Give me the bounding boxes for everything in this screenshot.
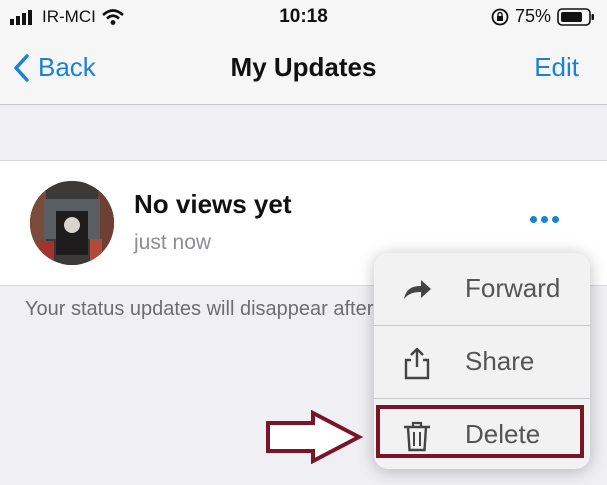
- menu-item-label: Share: [465, 346, 535, 376]
- menu-item-forward[interactable]: Forward: [374, 253, 590, 325]
- update-title: No views yet: [134, 189, 292, 219]
- avatar: [30, 181, 114, 265]
- edit-button[interactable]: Edit: [534, 52, 579, 83]
- menu-item-label: Forward: [465, 273, 561, 303]
- more-dot: [552, 215, 559, 223]
- forward-icon: [404, 280, 431, 299]
- page-title: My Updates: [230, 52, 377, 82]
- share-icon: [404, 347, 430, 380]
- status-thumbnail: [30, 181, 114, 265]
- battery-percent: 75%: [514, 6, 551, 26]
- disappear-note: Your status updates will disappear after…: [25, 298, 385, 320]
- update-timestamp: just now: [134, 231, 212, 254]
- more-dot: [530, 215, 537, 223]
- navigation-bar: Back My Updates Edit: [0, 34, 607, 105]
- status-right: 75%: [491, 6, 595, 27]
- menu-item-share[interactable]: Share: [374, 326, 590, 398]
- pointer-arrow-icon: [266, 410, 363, 464]
- delete-highlight-box: [376, 405, 584, 458]
- battery-icon: [557, 7, 594, 26]
- more-dot: [541, 215, 548, 223]
- orientation-lock-icon: [491, 8, 509, 25]
- more-options-button[interactable]: [530, 209, 564, 229]
- status-bar: IR-MCI 10:18 75%: [0, 0, 607, 34]
